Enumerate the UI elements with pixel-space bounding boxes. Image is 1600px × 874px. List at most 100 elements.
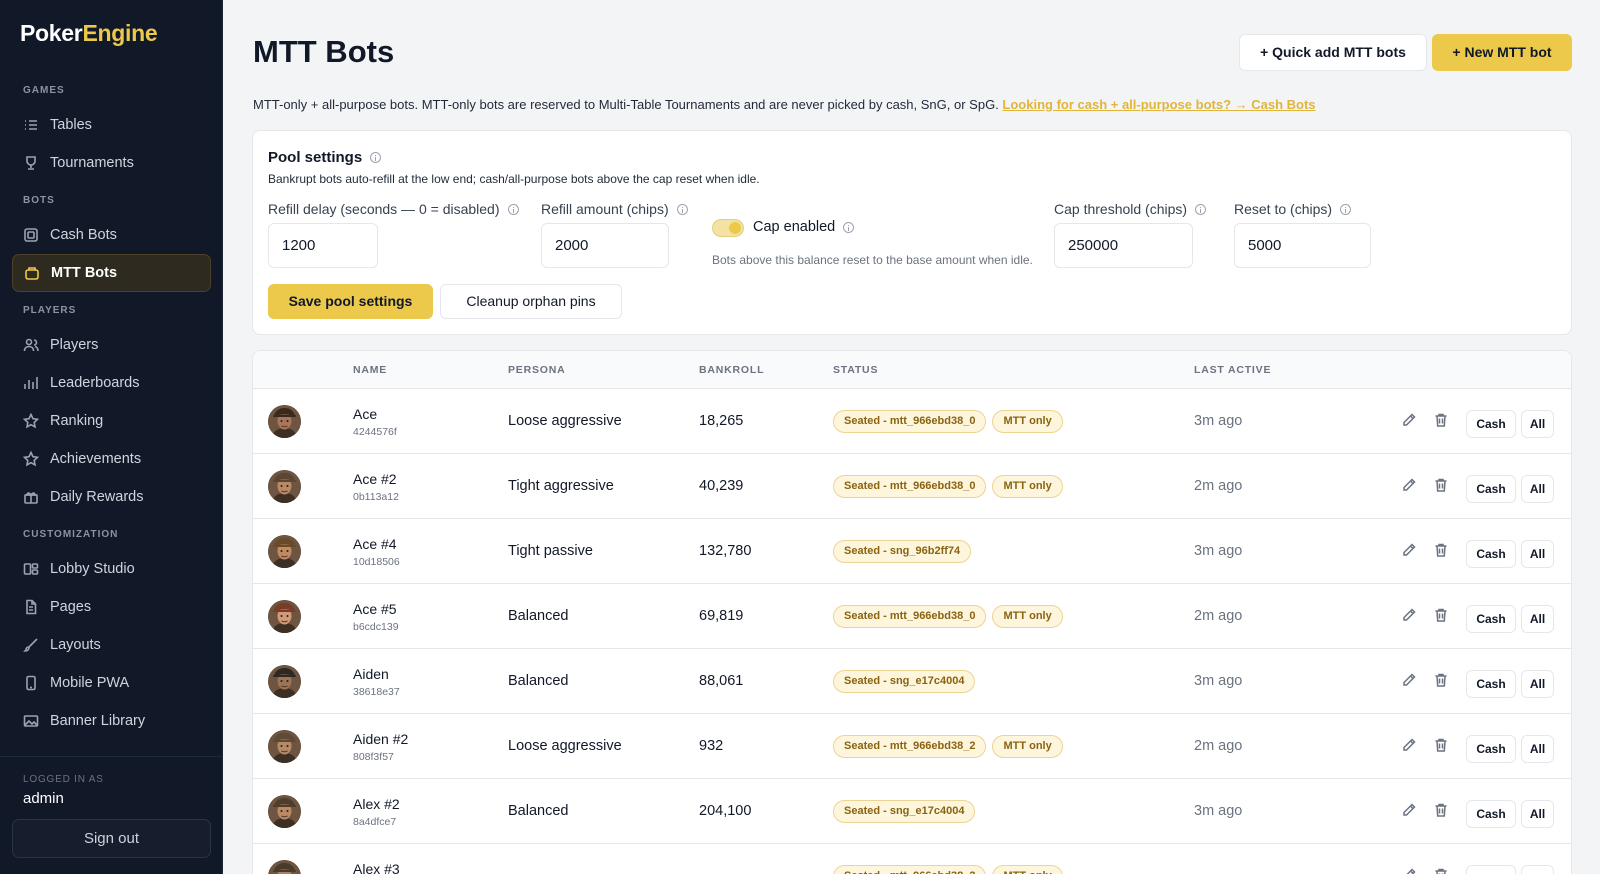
sidebar-item-cash-bots[interactable]: Cash Bots <box>12 216 211 254</box>
sidebar-item-tables[interactable]: Tables <box>12 106 211 144</box>
cash-button[interactable]: Cash <box>1466 410 1516 438</box>
delete-icon[interactable] <box>1433 672 1449 688</box>
column-bankroll[interactable]: BANKROLL <box>699 364 764 376</box>
sidebar-item-layouts[interactable]: Layouts <box>12 626 211 664</box>
bot-name[interactable]: Aiden #2 <box>353 731 408 747</box>
chip-icon <box>23 227 39 243</box>
delete-icon[interactable] <box>1433 737 1449 753</box>
cash-button[interactable]: Cash <box>1466 800 1516 828</box>
phone-icon <box>23 675 39 691</box>
sidebar-item-players[interactable]: Players <box>12 326 211 364</box>
sidebar-item-achievements[interactable]: Achievements <box>12 440 211 478</box>
table-row[interactable]: Alex #2 8a4dfce7 Balanced 204,100 Seated - s… <box>253 779 1571 844</box>
cash-button[interactable]: Cash <box>1466 865 1516 874</box>
edit-icon[interactable] <box>1401 672 1417 688</box>
sidebar-item-label: Mobile PWA <box>50 675 130 691</box>
logged-in-user: admin <box>23 790 64 807</box>
info-icon[interactable] <box>676 203 688 215</box>
cap-threshold-input[interactable]: 250000 <box>1054 223 1193 268</box>
cash-button[interactable]: Cash <box>1466 735 1516 763</box>
table-row[interactable]: Ace #5 b6cdc139 Balanced 69,819 Seated - mtt… <box>253 584 1571 649</box>
sidebar-item-banner-library[interactable]: Banner Library <box>12 702 211 740</box>
refill-amount-input[interactable]: 2000 <box>541 223 669 268</box>
sidebar-footer: LOGGED IN AS admin Sign out <box>0 756 223 874</box>
table-row[interactable]: Alex #3 Seated - mtt_966ebd38_2 MTT only Ca… <box>253 844 1571 874</box>
delete-icon[interactable] <box>1433 412 1449 428</box>
cash-button[interactable]: Cash <box>1466 605 1516 633</box>
sidebar-item-mtt-bots[interactable]: MTT Bots <box>12 254 211 292</box>
bot-last-active: 3m ago <box>1194 413 1243 429</box>
column-status[interactable]: STATUS <box>833 364 878 376</box>
sign-out-button[interactable]: Sign out <box>12 819 211 858</box>
refill-delay-input[interactable]: 1200 <box>268 223 378 268</box>
all-button[interactable]: All <box>1521 605 1554 633</box>
bot-name[interactable]: Ace #2 <box>353 471 397 487</box>
delete-icon[interactable] <box>1433 477 1449 493</box>
new-mtt-bot-button[interactable]: + New MTT bot <box>1432 34 1572 71</box>
table-row[interactable]: Ace 4244576f Loose aggressive 18,265 Seated … <box>253 389 1571 454</box>
edit-icon[interactable] <box>1401 737 1417 753</box>
edit-icon[interactable] <box>1401 412 1417 428</box>
delete-icon[interactable] <box>1433 607 1449 623</box>
table-row[interactable]: Ace #2 0b113a12 Tight aggressive 40,239 Seat… <box>253 454 1571 519</box>
cleanup-orphan-pins-button[interactable]: Cleanup orphan pins <box>440 284 622 319</box>
sidebar-item-sounds-fx[interactable]: Sounds FX <box>12 740 211 752</box>
edit-icon[interactable] <box>1401 477 1417 493</box>
sidebar-item-daily-rewards[interactable]: Daily Rewards <box>12 478 211 516</box>
all-button[interactable]: All <box>1521 540 1554 568</box>
all-button[interactable]: All <box>1521 735 1554 763</box>
sidebar-item-tournaments[interactable]: Tournaments <box>12 144 211 182</box>
column-last-active[interactable]: LAST ACTIVE <box>1194 364 1271 376</box>
app-logo[interactable]: PokerEngine <box>20 20 158 47</box>
edit-icon[interactable] <box>1401 607 1417 623</box>
edit-icon[interactable] <box>1401 542 1417 558</box>
all-button[interactable]: All <box>1521 670 1554 698</box>
bot-name[interactable]: Ace #4 <box>353 536 397 552</box>
cash-button[interactable]: Cash <box>1466 475 1516 503</box>
bot-name[interactable]: Ace #5 <box>353 601 397 617</box>
all-button[interactable]: All <box>1521 800 1554 828</box>
cash-button[interactable]: Cash <box>1466 670 1516 698</box>
cash-bots-link[interactable]: Looking for cash + all-purpose bots? → C… <box>1002 97 1315 112</box>
quick-add-mtt-bots-button[interactable]: + Quick add MTT bots <box>1239 34 1427 71</box>
reset-to-input[interactable]: 5000 <box>1234 223 1371 268</box>
bot-name[interactable]: Alex #2 <box>353 796 400 812</box>
edit-icon[interactable] <box>1401 802 1417 818</box>
sidebar-item-leaderboards[interactable]: Leaderboards <box>12 364 211 402</box>
sidebar-item-label: MTT Bots <box>51 265 118 281</box>
info-icon[interactable] <box>370 152 382 163</box>
info-icon[interactable] <box>1340 203 1352 215</box>
bot-name[interactable]: Aiden <box>353 666 389 682</box>
info-icon[interactable] <box>843 221 855 233</box>
sidebar-item-ranking[interactable]: Ranking <box>12 402 211 440</box>
bot-persona: Balanced <box>508 803 569 819</box>
all-button[interactable]: All <box>1521 865 1554 874</box>
info-icon[interactable] <box>507 203 519 215</box>
delete-icon[interactable] <box>1433 802 1449 818</box>
bot-name[interactable]: Alex #3 <box>353 861 400 874</box>
sidebar-item-pages[interactable]: Pages <box>12 588 211 626</box>
all-button[interactable]: All <box>1521 410 1554 438</box>
delete-icon[interactable] <box>1433 867 1449 874</box>
cap-enabled-toggle[interactable] <box>712 219 744 237</box>
save-pool-settings-button[interactable]: Save pool settings <box>268 284 433 319</box>
cap-enabled-label: Cap enabled <box>753 219 855 235</box>
sidebar-item-mobile-pwa[interactable]: Mobile PWA <box>12 664 211 702</box>
table-header: NAME PERSONA BANKROLL STATUS LAST ACTIVE <box>253 351 1571 389</box>
column-persona[interactable]: PERSONA <box>508 364 566 376</box>
info-icon[interactable] <box>1195 203 1207 215</box>
delete-icon[interactable] <box>1433 542 1449 558</box>
bot-avatar <box>268 600 301 633</box>
bot-avatar <box>268 665 301 698</box>
bot-name[interactable]: Ace <box>353 406 377 422</box>
all-button[interactable]: All <box>1521 475 1554 503</box>
sidebar-item-label: Layouts <box>50 637 101 653</box>
edit-icon[interactable] <box>1401 867 1417 874</box>
table-row[interactable]: Aiden #2 808f3f57 Loose aggressive 932 Seate… <box>253 714 1571 779</box>
column-name[interactable]: NAME <box>353 364 387 376</box>
table-row[interactable]: Ace #4 10d18506 Tight passive 132,780 Seated… <box>253 519 1571 584</box>
sidebar-item-lobby-studio[interactable]: Lobby Studio <box>12 550 211 588</box>
bot-id: 38618e37 <box>353 686 400 698</box>
cash-button[interactable]: Cash <box>1466 540 1516 568</box>
table-row[interactable]: Aiden 38618e37 Balanced 88,061 Seated - sng_… <box>253 649 1571 714</box>
